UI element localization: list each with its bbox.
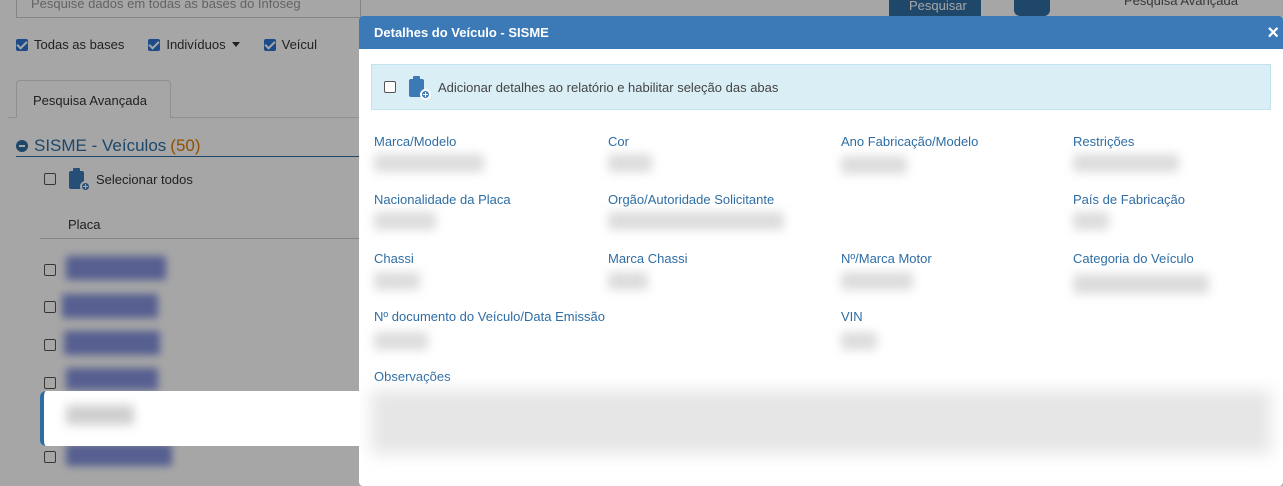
field-value-ano xyxy=(841,156,907,174)
field-value-orgao xyxy=(608,212,784,230)
field-label-motor: Nº/Marca Motor xyxy=(841,251,932,266)
add-details-label: Adicionar detalhes ao relatório e habili… xyxy=(438,79,779,95)
field-value-chassi xyxy=(374,272,420,290)
field-value-cor xyxy=(608,154,652,172)
field-label-nacionalidade: Nacionalidade da Placa xyxy=(374,192,511,207)
field-value-motor xyxy=(841,272,913,290)
field-value-nacionalidade xyxy=(374,212,436,230)
field-value-marca-chassi xyxy=(608,272,648,290)
field-value-vin xyxy=(841,332,877,350)
close-icon[interactable]: × xyxy=(1267,23,1283,43)
vehicle-details-modal: Detalhes do Veículo - SISME × Adicionar … xyxy=(359,16,1283,486)
field-label-orgao: Orgão/Autoridade Solicitante xyxy=(608,192,775,207)
field-value-observacoes xyxy=(371,390,1271,454)
add-details-alert: Adicionar detalhes ao relatório e habili… xyxy=(371,64,1271,110)
modal-title: Detalhes do Veículo - SISME xyxy=(374,25,549,40)
field-label-categoria: Categoria do Veículo xyxy=(1073,251,1194,266)
field-label-ano: Ano Fabricação/Modelo xyxy=(841,134,979,149)
field-label-restricoes: Restrições xyxy=(1073,134,1135,149)
field-label-cor: Cor xyxy=(608,134,629,149)
clipboard-plus-icon xyxy=(408,76,431,100)
field-label-pais: País de Fabricação xyxy=(1073,192,1186,207)
field-label-observacoes: Observações xyxy=(374,369,451,384)
add-details-checkbox[interactable] xyxy=(384,81,396,93)
field-label-marca-modelo: Marca/Modelo xyxy=(374,134,457,149)
modal-header: Detalhes do Veículo - SISME × xyxy=(359,16,1283,49)
field-label-marca-chassi: Marca Chassi xyxy=(608,251,688,266)
field-value-categoria xyxy=(1073,274,1209,294)
field-value-documento xyxy=(374,332,428,350)
field-label-vin: VIN xyxy=(841,309,863,324)
selected-table-row[interactable] xyxy=(40,391,370,446)
field-value-restricoes xyxy=(1073,154,1179,172)
field-label-documento: Nº documento do Veículo/Data Emissão xyxy=(374,309,605,324)
field-value-pais xyxy=(1073,212,1109,230)
redacted-plate xyxy=(66,405,134,425)
field-value-marca-modelo xyxy=(374,154,484,172)
field-label-chassi: Chassi xyxy=(374,251,414,266)
